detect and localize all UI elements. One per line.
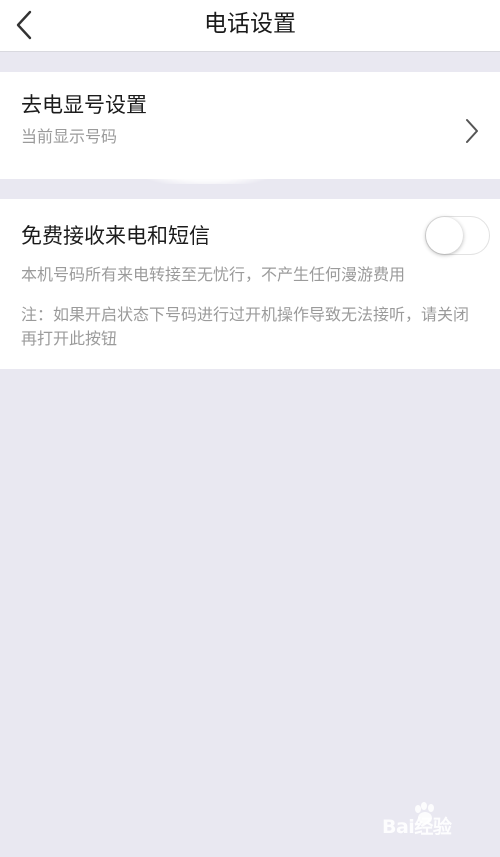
free-calls-toggle[interactable] bbox=[425, 216, 490, 255]
redacted-number bbox=[122, 112, 292, 184]
nav-bar: 电话设置 bbox=[0, 0, 500, 52]
free-calls-card: 免费接收来电和短信 本机号码所有来电转接至无忧行，不产生任何漫游费用 注：如果开… bbox=[0, 199, 500, 369]
free-calls-note: 注：如果开启状态下号码进行过开机操作导致无法接听，请关闭再打开此按钮 bbox=[21, 305, 470, 348]
page-title: 电话设置 bbox=[204, 11, 296, 37]
free-calls-title: 免费接收来电和短信 bbox=[21, 224, 210, 248]
caller-id-setting-row[interactable]: 去电显号设置 当前显示号码 bbox=[0, 72, 500, 184]
free-calls-description: 本机号码所有来电转接至无忧行，不产生任何漫游费用 bbox=[21, 265, 406, 284]
watermark-text: Bai经验 bbox=[382, 816, 452, 838]
chevron-right-icon bbox=[462, 116, 482, 150]
baidu-jingyan-watermark: Bai经验 bbox=[382, 800, 492, 840]
caller-id-subtitle: 当前显示号码 bbox=[21, 127, 118, 146]
toggle-knob bbox=[426, 217, 463, 254]
